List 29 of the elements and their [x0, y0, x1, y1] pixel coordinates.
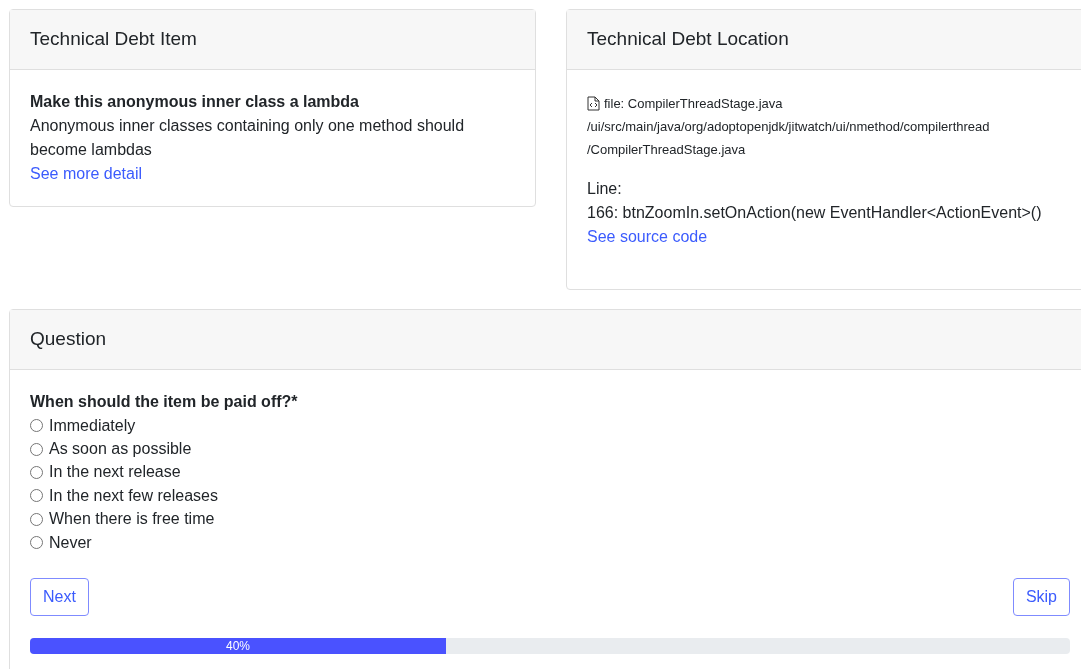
skip-button[interactable]: Skip	[1012, 578, 1070, 617]
item-heading: Make this anonymous inner class a lambda	[30, 92, 360, 112]
line-code: 166: btnZoomIn.setOnAction(new EventHandler<ActionEvent>()	[587, 203, 1043, 223]
card-title: Technical Debt Location	[587, 27, 789, 52]
code-file-icon	[587, 96, 600, 111]
option-label: When there is free time	[49, 509, 215, 530]
option-label: Immediately	[49, 415, 136, 436]
file-path: /CompilerThreadStage.java	[587, 141, 747, 159]
radio-button[interactable]	[30, 419, 43, 433]
file-path: /ui/src/main/java/org/adoptopenjdk/jitwatch/ui/nmethod/compilerthread	[587, 118, 991, 136]
detail-link[interactable]: See more detail	[30, 165, 143, 182]
radio-button[interactable]	[30, 442, 43, 456]
radio-button[interactable]	[30, 536, 43, 550]
radio-button[interactable]	[30, 465, 43, 479]
progress-label: 40%	[226, 638, 250, 655]
next-button[interactable]: Next	[30, 578, 89, 617]
radio-button[interactable]	[30, 512, 43, 526]
question-text: When should the item be paid off?*	[30, 392, 299, 412]
radio-button[interactable]	[30, 489, 43, 503]
option-label: As soon as possible	[49, 439, 192, 460]
file-name: file: CompilerThreadStage.java	[604, 95, 783, 113]
option-label: In the next release	[49, 462, 181, 483]
source-link[interactable]: See source code	[587, 228, 708, 245]
item-description: Anonymous inner classes containing only one method should become lambdas	[30, 116, 466, 160]
line-label: Line:	[587, 179, 623, 199]
card-title: Technical Debt Item	[30, 27, 197, 52]
option-label: In the next few releases	[49, 485, 218, 506]
option-label: Never	[49, 532, 92, 553]
card-title: Question	[30, 327, 107, 352]
